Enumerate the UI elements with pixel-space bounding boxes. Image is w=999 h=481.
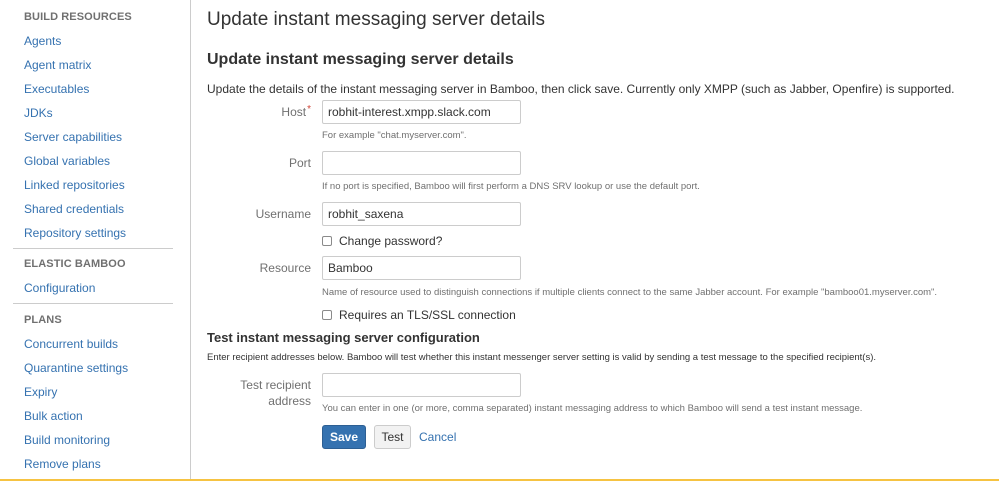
sidebar-item-executables[interactable]: Executables [24, 82, 89, 96]
sidebar-item-remove-plans[interactable]: Remove plans [24, 457, 101, 471]
main-content: Update instant messaging server details … [191, 0, 999, 481]
sidebar-item-repository-settings[interactable]: Repository settings [24, 226, 126, 240]
resource-input[interactable] [322, 256, 521, 280]
resource-label: Resource [259, 261, 311, 275]
recipient-help: You can enter in one (or more, comma sep… [322, 403, 863, 414]
sidebar-item-agents[interactable]: Agents [24, 34, 61, 48]
test-recipient-input[interactable] [322, 373, 521, 397]
required-mark: * [307, 104, 311, 115]
change-password-row[interactable]: Change password? [322, 233, 442, 249]
tls-label[interactable]: Requires an TLS/SSL connection [339, 308, 516, 322]
test-button[interactable]: Test [374, 425, 411, 449]
sidebar-item-expiry[interactable]: Expiry [24, 385, 57, 399]
test-section-title: Test instant messaging server configurat… [207, 330, 480, 345]
page-title: Update instant messaging server details [207, 9, 545, 30]
section-title: Update instant messaging server details [207, 51, 514, 68]
sidebar-item-quarantine-settings[interactable]: Quarantine settings [24, 361, 128, 375]
sidebar-item-bulk-action[interactable]: Bulk action [24, 409, 83, 423]
resource-help: Name of resource used to distinguish con… [322, 287, 938, 298]
host-label-text: Host [281, 105, 307, 119]
sidebar-section-build-resources: BUILD RESOURCES [24, 11, 132, 23]
sidebar-item-build-monitoring[interactable]: Build monitoring [24, 433, 110, 447]
host-help: For example "chat.myserver.com". [322, 130, 467, 141]
sidebar-item-agent-matrix[interactable]: Agent matrix [24, 58, 91, 72]
port-label: Port [288, 156, 311, 170]
change-password-checkbox[interactable] [322, 236, 332, 246]
save-button[interactable]: Save [322, 425, 366, 449]
recipient-label: Test recipient address [240, 377, 311, 409]
recipient-label-line1: Test recipient [240, 378, 311, 392]
tls-checkbox[interactable] [322, 310, 332, 320]
sidebar-item-global-variables[interactable]: Global variables [24, 154, 110, 168]
port-help: If no port is specified, Bamboo will fir… [322, 181, 700, 192]
tls-row[interactable]: Requires an TLS/SSL connection [322, 307, 516, 323]
host-label: Host* [281, 104, 311, 122]
recipient-label-line2: address [268, 394, 311, 408]
sidebar-divider [13, 248, 173, 249]
cancel-link[interactable]: Cancel [419, 430, 456, 444]
sidebar-divider [13, 303, 173, 304]
sidebar-item-shared-credentials[interactable]: Shared credentials [24, 202, 124, 216]
sidebar-item-configuration[interactable]: Configuration [24, 281, 95, 295]
sidebar-section-elastic-bamboo: ELASTIC BAMBOO [24, 258, 126, 270]
sidebar: BUILD RESOURCES Agents Agent matrix Exec… [0, 0, 191, 481]
change-password-label[interactable]: Change password? [339, 234, 442, 248]
username-input[interactable] [322, 202, 521, 226]
host-input[interactable] [322, 100, 521, 124]
sidebar-item-server-capabilities[interactable]: Server capabilities [24, 130, 122, 144]
username-label: Username [255, 207, 311, 221]
app-root: BUILD RESOURCES Agents Agent matrix Exec… [0, 0, 999, 481]
sidebar-item-linked-repositories[interactable]: Linked repositories [24, 178, 125, 192]
port-input[interactable] [322, 151, 521, 175]
sidebar-section-plans: PLANS [24, 314, 62, 326]
test-section-description: Enter recipient addresses below. Bamboo … [207, 352, 877, 363]
sidebar-item-concurrent-builds[interactable]: Concurrent builds [24, 337, 118, 351]
sidebar-item-jdks[interactable]: JDKs [24, 106, 53, 120]
intro-text: Update the details of the instant messag… [207, 82, 955, 96]
